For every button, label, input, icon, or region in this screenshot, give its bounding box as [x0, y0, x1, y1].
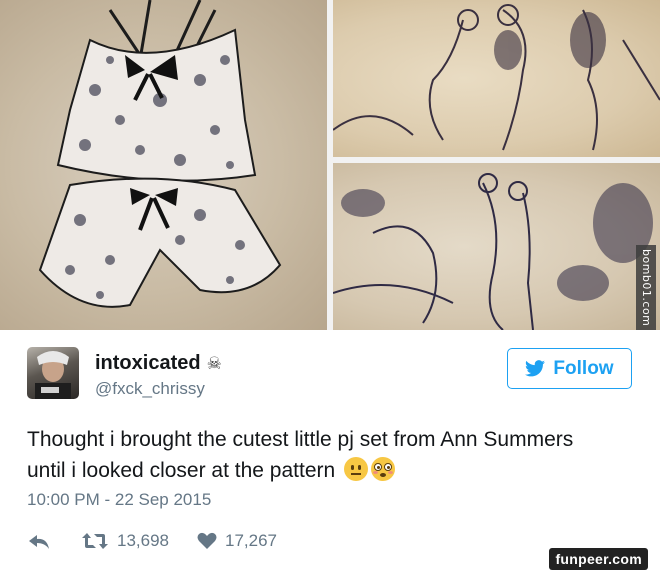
retweet-count: 13,698 [117, 531, 169, 550]
like-action[interactable]: 17,267 [197, 531, 277, 551]
site-watermark-footer: funpeer.com [549, 548, 648, 570]
flushed-face-emoji-icon [371, 457, 396, 481]
retweet-icon [82, 533, 108, 549]
tweet-actions: 13,698 17,267 [27, 528, 277, 554]
heart-icon [197, 532, 217, 549]
pattern-closeup-photo-1[interactable] [333, 0, 660, 157]
follow-button-label: Follow [553, 357, 614, 379]
tweet-text: Thought i brought the cutest little pj s… [27, 424, 647, 486]
pajama-set-photo[interactable] [0, 0, 327, 330]
display-name-text: intoxicated [95, 352, 201, 374]
retweet-action[interactable]: 13,698 [81, 531, 197, 551]
site-watermark-vertical: bomb01.com [636, 245, 656, 330]
reply-icon[interactable] [27, 531, 51, 551]
like-count: 17,267 [225, 531, 277, 550]
tweet-text-line-2: until i looked closer at the pattern [27, 459, 336, 482]
display-name[interactable]: intoxicated ☠ [95, 352, 222, 375]
user-handle[interactable]: @fxck_chrissy [95, 379, 205, 399]
skull-icon: ☠ [206, 354, 222, 374]
tweet-media: bomb01.com [0, 0, 660, 330]
pattern-closeup-photo-2[interactable] [333, 163, 660, 330]
twitter-bird-icon [525, 360, 546, 377]
follow-button[interactable]: Follow [507, 348, 632, 389]
tweet-text-line-1: Thought i brought the cutest little pj s… [27, 428, 574, 451]
neutral-face-emoji-icon [344, 457, 369, 481]
tweet-timestamp[interactable]: 10:00 PM - 22 Sep 2015 [27, 490, 211, 510]
avatar[interactable] [27, 347, 79, 399]
